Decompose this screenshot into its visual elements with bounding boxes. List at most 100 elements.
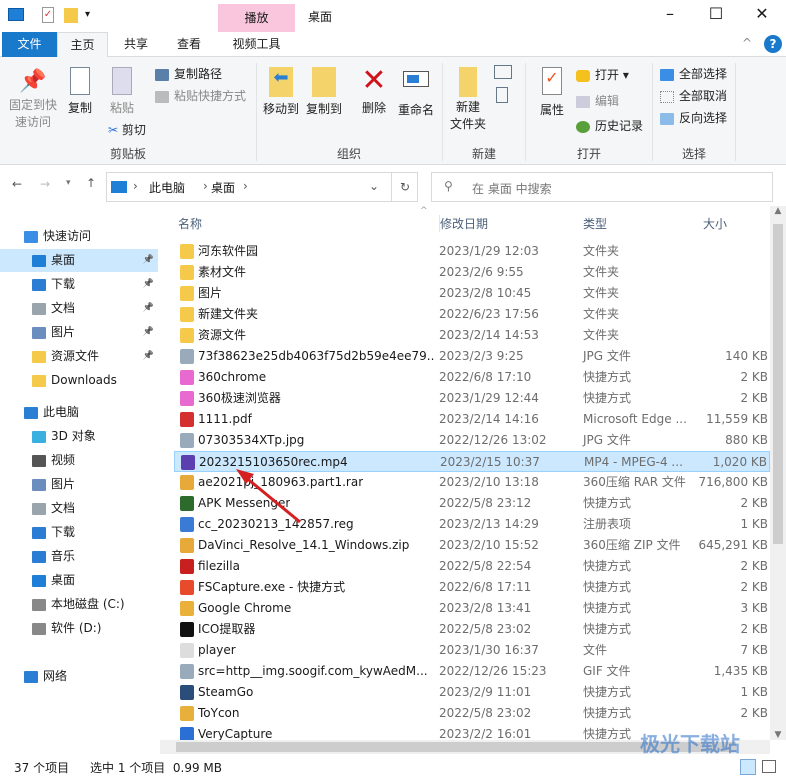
copy-to-button[interactable]: 复制到: [304, 67, 344, 117]
column-header-size[interactable]: 大小: [703, 215, 727, 232]
file-row[interactable]: 资源文件 2023/2/14 14:53 文件夹: [174, 325, 770, 346]
file-row[interactable]: VeryCapture 2023/2/2 16:01 快捷方式: [174, 724, 770, 740]
paste-button[interactable]: 粘贴: [104, 67, 140, 116]
file-row[interactable]: DaVinci_Resolve_14.1_Windows.zip 2023/2/1…: [174, 535, 770, 556]
tab-file[interactable]: 文件: [2, 32, 57, 57]
copy-button[interactable]: 复制: [62, 67, 98, 116]
tab-view[interactable]: 查看: [164, 32, 214, 57]
sidebar-item[interactable]: 本地磁盘 (C:): [0, 593, 158, 616]
delete-button[interactable]: ✕ 删除: [356, 63, 392, 116]
new-folder-quick-icon[interactable]: [64, 8, 78, 23]
close-button[interactable]: ✕: [742, 4, 782, 23]
horizontal-scrollbar[interactable]: [160, 740, 770, 754]
sidebar-item[interactable]: 网络: [0, 665, 158, 688]
sidebar-item[interactable]: 视频: [0, 449, 158, 472]
file-row[interactable]: 素材文件 2023/2/6 9:55 文件夹: [174, 262, 770, 283]
column-header-name[interactable]: 名称: [178, 215, 202, 232]
file-row[interactable]: player 2023/1/30 16:37 文件 7 KB: [174, 640, 770, 661]
sidebar-item[interactable]: 图片 📌: [0, 321, 158, 344]
properties-button[interactable]: ✓ 属性: [534, 67, 570, 118]
file-row[interactable]: 2023215103650rec.mp4 2023/2/15 10:37 MP4 -…: [174, 451, 770, 472]
file-row[interactable]: 新建文件夹 2022/6/23 17:56 文件夹: [174, 304, 770, 325]
file-row[interactable]: FSCapture.exe - 快捷方式 2022/6/8 17:11 快捷方式 2 …: [174, 577, 770, 598]
history-button[interactable]: 历史记录: [576, 117, 643, 134]
address-dropdown-button[interactable]: ⌄: [369, 179, 379, 193]
file-row[interactable]: 73f38623e25db4063f75d2b59e4ee79... 2023/2…: [174, 346, 770, 367]
large-icons-view-button[interactable]: [762, 760, 776, 773]
sidebar-item[interactable]: 桌面 📌: [0, 249, 158, 272]
download-icon: [32, 526, 46, 539]
sidebar-item[interactable]: Downloads: [0, 369, 158, 392]
pin-quick-access-button[interactable]: 📌 固定到快 速访问: [4, 69, 62, 131]
file-type: 注册表项: [583, 517, 632, 531]
file-row[interactable]: ae2021pj_180963.part1.rar 2023/2/10 13:18…: [174, 472, 770, 493]
file-row[interactable]: ICO提取器 2022/5/8 23:02 快捷方式 2 KB: [174, 619, 770, 640]
file-row[interactable]: 360chrome 2022/6/8 17:10 快捷方式 2 KB: [174, 367, 770, 388]
sidebar-item[interactable]: 此电脑: [0, 401, 158, 424]
file-row[interactable]: Google Chrome 2023/2/8 13:41 快捷方式 3 KB: [174, 598, 770, 619]
file-row[interactable]: ToYcon 2022/5/8 23:02 快捷方式 2 KB: [174, 703, 770, 724]
scrollbar-thumb[interactable]: [773, 224, 783, 544]
search-input[interactable]: ⚲ 在 桌面 中搜索: [431, 172, 773, 202]
file-row[interactable]: APK Messenger 2022/5/8 23:12 快捷方式 2 KB: [174, 493, 770, 514]
help-icon[interactable]: ?: [764, 35, 782, 53]
scroll-up-button[interactable]: ▲: [770, 206, 786, 222]
forward-button[interactable]: →: [40, 177, 50, 191]
refresh-button[interactable]: ↻: [391, 173, 418, 201]
column-header-date[interactable]: 修改日期: [439, 215, 488, 232]
column-header-type[interactable]: 类型: [583, 215, 607, 232]
maximize-button[interactable]: ☐: [696, 4, 736, 23]
properties-quick-icon[interactable]: ✓: [42, 7, 54, 23]
sidebar-item[interactable]: 文档 📌: [0, 297, 158, 320]
select-all-button[interactable]: 全部选择: [660, 65, 727, 82]
sidebar-item[interactable]: 快速访问: [0, 225, 158, 248]
customize-quick-access-icon[interactable]: ▾: [85, 9, 90, 20]
sidebar-item[interactable]: 资源文件 📌: [0, 345, 158, 368]
copy-path-button[interactable]: 复制路径: [155, 65, 222, 82]
scrollbar-thumb[interactable]: [176, 742, 736, 752]
file-row[interactable]: filezilla 2022/5/8 22:54 快捷方式 2 KB: [174, 556, 770, 577]
file-row[interactable]: SteamGo 2023/2/9 11:01 快捷方式 1 KB: [174, 682, 770, 703]
file-row[interactable]: 河东软件园 2023/1/29 12:03 文件夹: [174, 241, 770, 262]
details-view-button[interactable]: [740, 759, 756, 775]
breadcrumb-this-pc[interactable]: 此电脑: [149, 179, 185, 196]
collapse-ribbon-icon[interactable]: ^: [742, 36, 752, 50]
scroll-down-button[interactable]: ▼: [770, 730, 786, 740]
address-bar[interactable]: › 此电脑 › 桌面 › ⌄ ↻: [106, 172, 418, 202]
invert-selection-button[interactable]: 反向选择: [660, 109, 727, 126]
sidebar-item[interactable]: 文档: [0, 497, 158, 520]
sidebar-item-label: 下载: [51, 277, 76, 291]
back-button[interactable]: ←: [12, 177, 22, 191]
cut-button[interactable]: ✂ 剪切: [108, 121, 146, 138]
sidebar-item[interactable]: 软件 (D:): [0, 617, 158, 640]
sidebar-item[interactable]: 下载 📌: [0, 273, 158, 296]
open-button[interactable]: 打开 ▾: [576, 66, 629, 83]
select-none-button[interactable]: 全部取消: [660, 87, 727, 104]
sidebar-item[interactable]: 下载: [0, 521, 158, 544]
recent-locations-button[interactable]: ▾: [66, 178, 71, 188]
sidebar-item[interactable]: 3D 对象: [0, 425, 158, 448]
file-row[interactable]: cc_20230213_142857.reg 2023/2/13 14:29 注册表…: [174, 514, 770, 535]
paste-shortcut-button[interactable]: 粘贴快捷方式: [155, 87, 246, 104]
move-to-button[interactable]: ⬅ 移动到: [260, 67, 302, 117]
edit-button[interactable]: 编辑: [576, 92, 619, 109]
new-folder-button[interactable]: 新建 文件夹: [446, 67, 490, 133]
sidebar-item[interactable]: 音乐: [0, 545, 158, 568]
easy-access-icon[interactable]: [496, 87, 508, 103]
tab-share[interactable]: 共享: [110, 32, 162, 57]
file-row[interactable]: 07303534XTp.jpg 2022/12/26 13:02 JPG 文件 880…: [174, 430, 770, 451]
rename-button[interactable]: 重命名: [396, 67, 436, 118]
file-row[interactable]: 图片 2023/2/8 10:45 文件夹: [174, 283, 770, 304]
up-button[interactable]: ↑: [86, 176, 96, 190]
tab-home[interactable]: 主页: [57, 32, 108, 58]
breadcrumb-desktop[interactable]: 桌面: [211, 179, 235, 196]
sidebar-item[interactable]: 图片: [0, 473, 158, 496]
file-row[interactable]: 1111.pdf 2023/2/14 14:16 Microsoft Edge ..…: [174, 409, 770, 430]
vertical-scrollbar[interactable]: ▲ ▼: [770, 206, 786, 740]
sidebar-item[interactable]: 桌面: [0, 569, 158, 592]
file-row[interactable]: src=http__img.soogif.com_kywAedM... 2022/…: [174, 661, 770, 682]
file-row[interactable]: 360极速浏览器 2023/1/29 12:44 快捷方式 2 KB: [174, 388, 770, 409]
minimize-button[interactable]: –: [650, 4, 690, 23]
new-item-icon[interactable]: [494, 65, 512, 79]
tab-video-tools[interactable]: 视频工具: [218, 32, 295, 57]
